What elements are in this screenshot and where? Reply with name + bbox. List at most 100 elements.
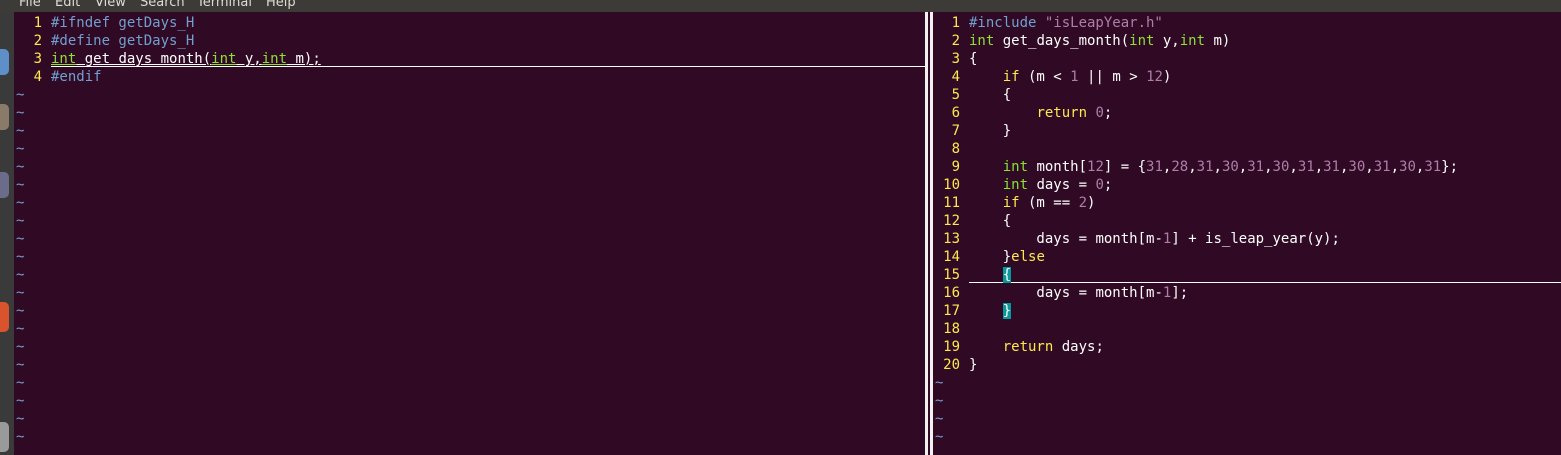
menu-terminal[interactable]: Terminal [197, 0, 252, 11]
code-token: days; [1053, 339, 1104, 355]
code-token: { [969, 51, 978, 67]
code-token: = [1078, 285, 1088, 301]
code-token: 31 [1247, 159, 1265, 175]
code-token: } [969, 123, 1012, 139]
code-token: 31 [1297, 159, 1315, 175]
code-token: , [1314, 159, 1324, 175]
code-token: + [1188, 231, 1197, 247]
code-token: 31 [1424, 159, 1442, 175]
code-token: #define getDays_H [51, 33, 195, 49]
code-token: days [969, 285, 1079, 301]
code-line[interactable]: 2 #define getDays_H [14, 32, 195, 50]
launcher-icon-files[interactable] [0, 104, 9, 130]
code-line[interactable]: 9 int month[12] = {31,28,31,30,31,30,31,… [933, 158, 1458, 176]
code-token: int [261, 51, 288, 67]
code-line[interactable]: 12 { [933, 212, 1011, 230]
code-token: = [1078, 177, 1088, 193]
code-token: , [1188, 159, 1197, 175]
code-token: ] [1171, 231, 1189, 247]
line-number: 17 [943, 303, 960, 319]
editor-pane-right[interactable]: 1 #include "isLeapYear.h" 2 int get_days_mo… [933, 12, 1561, 455]
code-token: { [969, 213, 1012, 229]
code-line[interactable]: 10 int days = 0; [933, 176, 1112, 194]
empty-line-tilde: ~ [16, 159, 25, 175]
line-number: 1 [33, 15, 42, 31]
menu-edit[interactable]: Edit [55, 0, 80, 11]
code-token: if [1002, 69, 1020, 85]
editor-pane-left[interactable]: 1 #ifndef getDays_H 2 #define getDays_H 3 int… [14, 12, 925, 455]
code-line[interactable]: 7 } [933, 122, 1012, 140]
code-line[interactable]: 19 return days; [933, 338, 1104, 356]
code-line[interactable]: 1 #ifndef getDays_H [14, 14, 195, 32]
code-token: month[ [1028, 159, 1088, 175]
line-number: 13 [943, 231, 960, 247]
launcher-icon-software[interactable] [0, 302, 9, 332]
launcher-icon-chrome[interactable] [0, 49, 9, 75]
code-line[interactable]: 3{ [933, 50, 978, 68]
code-line[interactable]: 3 int get_days_month(int y,int m); [14, 50, 321, 68]
code-line[interactable]: 14 }else [933, 248, 1045, 266]
empty-line-tilde: ~ [16, 303, 25, 319]
code-token: m [1103, 69, 1130, 85]
empty-line-tilde: ~ [16, 393, 25, 409]
code-token: 1 [1070, 69, 1079, 85]
code-line[interactable]: 18 [933, 320, 969, 338]
code-token: get_days_month( [994, 33, 1130, 49]
code-line[interactable]: 20} [933, 356, 977, 374]
code-line[interactable]: 4 #endif [14, 68, 102, 86]
menu-help[interactable]: Help [266, 0, 296, 11]
menu-search[interactable]: Search [140, 0, 185, 11]
empty-line-tilde: ~ [16, 339, 25, 355]
code-token: }; [1441, 159, 1459, 175]
code-line[interactable]: 1 #include "isLeapYear.h" [933, 14, 1163, 32]
code-token: 12 [1087, 159, 1104, 175]
code-line[interactable]: 13 days = month[m-1] + is_leap_year(y); [933, 230, 1340, 248]
line-number: 2 [951, 33, 960, 49]
code-token: (m [1019, 195, 1054, 211]
empty-line-tilde: ~ [16, 411, 25, 427]
code-line[interactable]: 6 return 0; [933, 104, 1113, 122]
code-line[interactable]: 2 int get_days_month(int y,int m) [933, 32, 1231, 50]
code-token: > [1129, 69, 1138, 85]
empty-line-tilde: ~ [16, 141, 25, 157]
code-token: == [1053, 195, 1071, 211]
code-line[interactable]: 16 days = month[m-1]; [933, 284, 1188, 302]
code-token: , [1365, 159, 1374, 175]
empty-line-tilde: ~ [16, 87, 25, 103]
vertical-split-divider[interactable] [925, 12, 933, 455]
code-token: int [1002, 159, 1029, 175]
menu-view[interactable]: View [95, 0, 126, 11]
code-line[interactable]: 4 if (m < 1 || m > 12) [933, 68, 1172, 86]
line-number: 4 [33, 69, 42, 85]
code-token: { [969, 87, 1012, 103]
code-line[interactable]: 8 [933, 140, 969, 158]
line-number: 7 [951, 123, 960, 139]
launcher-icon-settings[interactable] [0, 422, 9, 452]
launcher-icon-app[interactable] [0, 172, 9, 198]
unity-launcher [0, 12, 14, 455]
empty-line-tilde: ~ [16, 249, 25, 265]
code-line[interactable]: 5 { [933, 86, 1012, 104]
code-token: ) [1087, 195, 1096, 211]
code-token: ) [1162, 69, 1172, 85]
code-token: 30 [1348, 159, 1366, 175]
code-token: int [969, 33, 995, 49]
code-token: int [1129, 33, 1155, 49]
line-number: 8 [951, 141, 960, 157]
empty-line-tilde: ~ [16, 231, 25, 247]
empty-line-tilde: ~ [16, 285, 25, 301]
empty-line-tilde: ~ [935, 429, 944, 445]
code-token: return [1002, 339, 1054, 355]
code-line[interactable]: 15 { [933, 266, 1012, 284]
code-token: month[m [1087, 231, 1155, 247]
menu-file[interactable]: File [19, 0, 41, 11]
code-token: 0 [1095, 177, 1104, 193]
code-line[interactable]: 17 } [933, 302, 1012, 320]
code-line[interactable]: 11 if (m == 2) [933, 194, 1095, 212]
